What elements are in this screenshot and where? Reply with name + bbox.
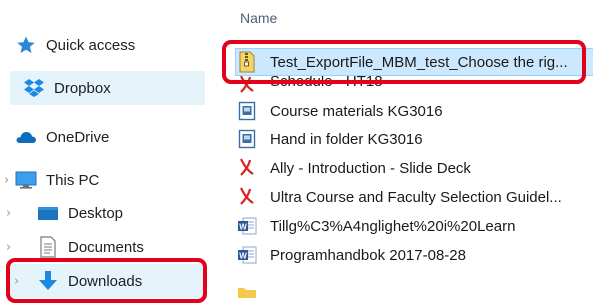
- file-row[interactable]: Hand in folder KG3016: [236, 126, 593, 152]
- file-row[interactable]: Ultra Course and Faculty Selection Guide…: [236, 184, 593, 210]
- file-list: Name Test_ExportFile_MBM_test_Choose the…: [228, 0, 593, 305]
- file-name: Tillg%C3%A4nglighet%20i%20Learn: [270, 217, 516, 235]
- file-name: Test_ExportFile_MBM_test_Choose the rig.…: [270, 53, 568, 71]
- file-name: Ally - Introduction - Slide Deck: [270, 159, 471, 177]
- nav-item-label: Desktop: [68, 204, 124, 222]
- file-row[interactable]: W Tillg%C3%A4nglighet%20i%20Learn: [236, 213, 593, 239]
- nav-item-this-pc[interactable]: › This PC: [4, 166, 100, 194]
- pdf-file-icon: [236, 76, 258, 94]
- star-icon: [14, 33, 38, 57]
- file-row-partial[interactable]: [236, 280, 593, 305]
- word-file-icon: W: [236, 215, 258, 237]
- monitor-icon: [14, 168, 38, 192]
- file-name: Programhandbok 2017-08-28: [270, 246, 466, 264]
- file-explorer-window: Quick access Dropbox OneDrive › This PC …: [0, 0, 593, 305]
- file-row[interactable]: Test_ExportFile_MBM_test_Choose the rig.…: [235, 48, 593, 76]
- nav-item-onedrive[interactable]: OneDrive: [14, 123, 109, 151]
- chevron-right-icon[interactable]: ›: [14, 274, 19, 289]
- file-row[interactable]: Course materials KG3016: [236, 98, 593, 124]
- chevron-right-icon[interactable]: ›: [6, 240, 11, 255]
- nav-item-dropbox[interactable]: Dropbox: [10, 71, 205, 105]
- nav-item-documents[interactable]: › Documents: [6, 233, 144, 261]
- dropbox-icon: [22, 76, 46, 100]
- documents-icon: [36, 235, 60, 259]
- file-row[interactable]: Ally - Introduction - Slide Deck: [236, 155, 593, 181]
- column-header-name[interactable]: Name: [240, 10, 277, 26]
- nav-item-desktop[interactable]: › Desktop: [6, 199, 124, 227]
- pdf-file-icon: [236, 186, 258, 208]
- desktop-folder-icon: [36, 201, 60, 225]
- nav-item-label: OneDrive: [46, 128, 110, 146]
- svg-text:W: W: [239, 251, 247, 260]
- download-arrow-icon: [36, 269, 60, 293]
- nav-item-downloads[interactable]: › Downloads: [10, 264, 205, 298]
- cloud-icon: [14, 125, 38, 149]
- file-name: Course materials KG3016: [270, 102, 443, 120]
- folder-icon: [236, 282, 258, 304]
- zip-file-icon: [236, 51, 258, 73]
- word-file-icon: W: [236, 244, 258, 266]
- nav-item-label: Dropbox: [54, 79, 111, 97]
- svg-text:W: W: [239, 222, 247, 231]
- shortcut-file-icon: [236, 100, 258, 122]
- pdf-file-icon: [236, 157, 258, 179]
- chevron-right-icon[interactable]: ›: [4, 173, 9, 188]
- file-row[interactable]: W Programhandbok 2017-08-28: [236, 242, 593, 268]
- file-name: Hand in folder KG3016: [270, 130, 423, 148]
- file-name: Schedule - HT18: [270, 76, 383, 90]
- navigation-pane: Quick access Dropbox OneDrive › This PC …: [0, 0, 210, 305]
- file-row[interactable]: Schedule - HT18: [236, 76, 593, 94]
- chevron-right-icon[interactable]: ›: [6, 206, 11, 221]
- nav-item-label: Downloads: [68, 272, 143, 290]
- nav-item-label: Documents: [68, 238, 144, 256]
- file-name: Ultra Course and Faculty Selection Guide…: [270, 188, 562, 206]
- nav-item-quick-access[interactable]: Quick access: [14, 31, 135, 59]
- nav-item-label: Quick access: [46, 36, 136, 54]
- nav-item-label: This PC: [46, 171, 100, 189]
- shortcut-file-icon: [236, 128, 258, 150]
